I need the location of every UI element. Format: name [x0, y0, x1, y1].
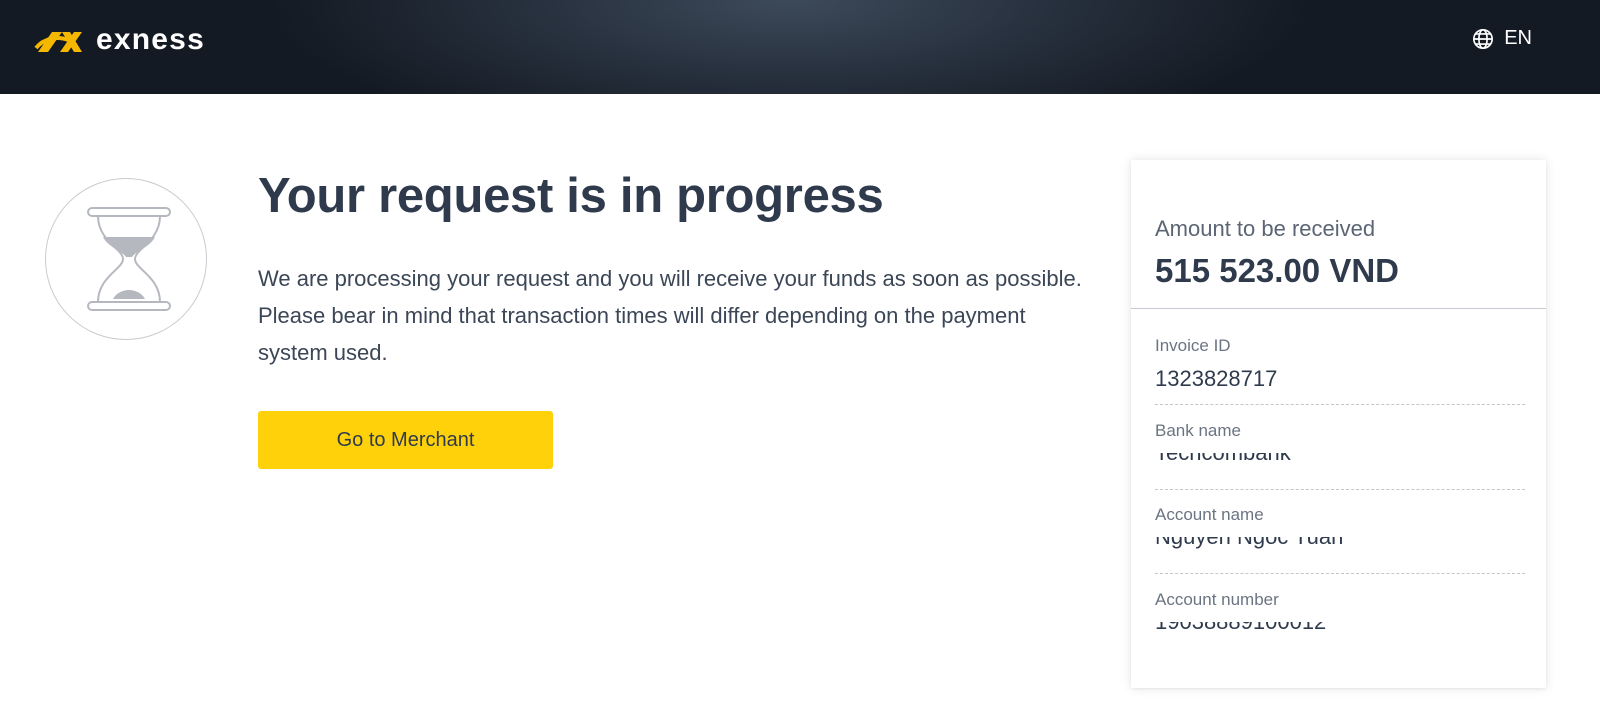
bank-name-field: Bank name Techcombank: [1155, 421, 1525, 465]
account-number-value: 19038889100012: [1155, 622, 1525, 634]
card-zigzag-bottom: [1131, 685, 1546, 691]
account-name-value: Nguyen Ngoc Tuan: [1155, 537, 1525, 549]
payment-summary-card: Amount to be received 515 523.00 VND Inv…: [1131, 157, 1546, 691]
status-description: We are processing your request and you w…: [258, 266, 1082, 365]
language-label: EN: [1504, 27, 1532, 49]
account-name-label: Account name: [1155, 505, 1264, 524]
dashed-separator: [1155, 573, 1525, 574]
page-title: Your request is in progress: [258, 169, 884, 223]
account-name-field: Account name Nguyen Ngoc Tuan: [1155, 505, 1525, 549]
invoice-id-field: Invoice ID 1323828717: [1155, 336, 1525, 392]
account-number-label: Account number: [1155, 590, 1279, 609]
exness-logo[interactable]: exness: [34, 23, 205, 56]
dashed-separator: [1155, 404, 1525, 405]
go-to-merchant-button[interactable]: Go to Merchant: [258, 411, 553, 469]
invoice-id-label: Invoice ID: [1155, 336, 1231, 355]
hourglass-badge: [45, 178, 207, 340]
globe-icon: [1473, 28, 1494, 49]
card-divider: [1131, 308, 1546, 309]
top-header: exness EN: [0, 0, 1600, 94]
language-selector[interactable]: EN: [1472, 27, 1532, 50]
exness-logo-mark-icon: [34, 32, 82, 52]
account-number-text: 19038889100012: [1155, 622, 1326, 634]
bank-name-text: Techcombank: [1155, 453, 1291, 465]
invoice-id-value: 1323828717: [1155, 366, 1278, 391]
account-name-text: Nguyen Ngoc Tuan: [1155, 537, 1343, 549]
hourglass-icon: [87, 207, 171, 311]
brand-name: exness: [96, 23, 205, 56]
amount-value: 515 523.00 VND: [1155, 252, 1400, 289]
card-zigzag-top: [1131, 157, 1546, 163]
bank-name-label: Bank name: [1155, 421, 1241, 440]
dashed-separator: [1155, 489, 1525, 490]
amount-label: Amount to be received: [1155, 216, 1376, 241]
account-number-field: Account number 19038889100012: [1155, 590, 1525, 634]
bank-name-value: Techcombank: [1155, 453, 1525, 465]
